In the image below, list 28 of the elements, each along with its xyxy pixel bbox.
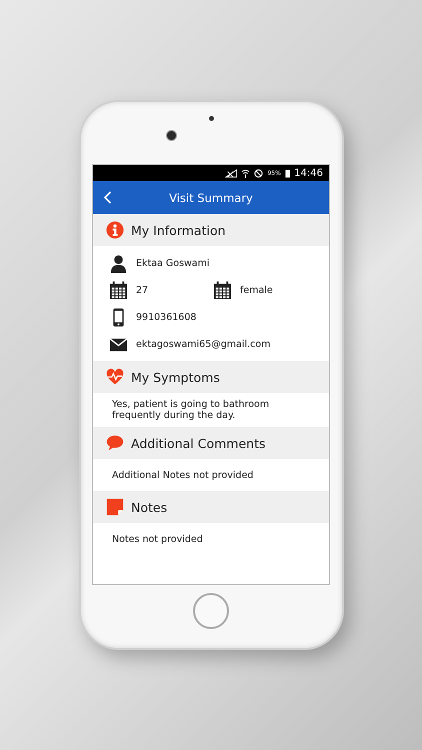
section-title: Notes <box>131 500 168 514</box>
speech-bubble-icon <box>106 434 124 452</box>
back-icon[interactable] <box>103 191 112 204</box>
section-text: Yes, patient is going to bathroom frequently during the day. <box>111 398 270 423</box>
sticky-note-icon <box>106 498 124 516</box>
section-text: Notes not provided <box>111 532 204 546</box>
field-value: Ektaa Goswami <box>136 258 210 268</box>
signal-icon <box>224 168 238 178</box>
section-text: Additional Notes not provided <box>111 468 254 482</box>
field-value: female <box>240 284 273 296</box>
battery-icon <box>284 168 290 178</box>
field-value: 9910361608 <box>136 312 196 322</box>
calendar-icon <box>109 280 128 300</box>
wifi-icon <box>241 168 250 178</box>
screen-title: Visit Summary <box>168 190 254 204</box>
section-title: My Symptoms <box>131 370 220 384</box>
speaker <box>208 116 214 121</box>
section-title: Additional Comments <box>131 436 266 450</box>
heart-pulse-icon <box>106 368 124 386</box>
field-value: 27 <box>136 284 148 296</box>
calendar-icon <box>213 280 232 300</box>
clock: 14:46 <box>294 168 323 178</box>
field-value: ektagoswami65@gmail.com <box>136 338 270 350</box>
section-title: My Information <box>131 222 226 238</box>
blocked-icon <box>254 168 264 178</box>
person-icon <box>109 254 128 272</box>
info-icon <box>106 221 124 239</box>
camera <box>166 130 176 141</box>
